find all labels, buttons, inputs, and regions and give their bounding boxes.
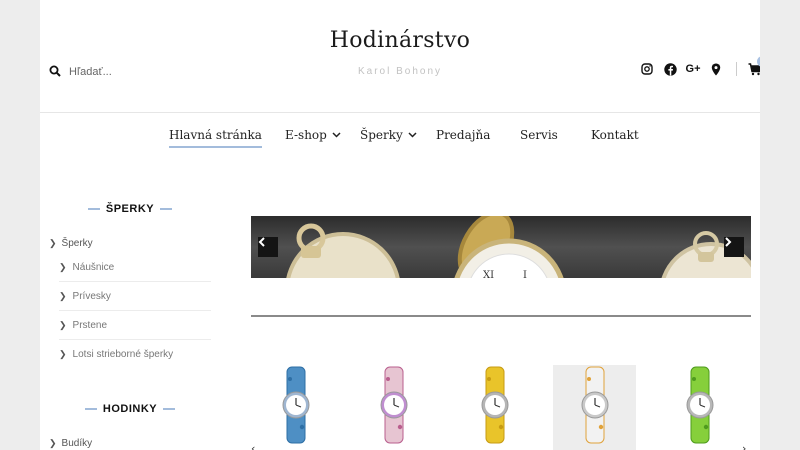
cart-button[interactable]: 0	[748, 56, 760, 76]
sidebar-item-lotsi[interactable]: ❯ Lotsi strieborné šperky	[59, 340, 211, 369]
hero-slider[interactable]: XI I	[251, 216, 751, 278]
main-nav: Hlavná stránka E-shop Šperky Predajňa Se…	[40, 128, 760, 148]
sidebar-heading-sperky: ŠPERKY	[40, 203, 220, 215]
nav-item-label: Servis	[520, 128, 558, 142]
site-title[interactable]: Hodinárstvo	[40, 28, 760, 53]
heading-dash	[87, 208, 100, 210]
header-icons: G+ 0	[640, 56, 760, 76]
header-divider	[40, 112, 760, 113]
nav-item-eshop[interactable]: E-shop	[285, 128, 341, 142]
chevron-right-icon	[725, 237, 732, 247]
watch-image	[581, 366, 608, 444]
chevron-right-icon: ❯	[49, 238, 57, 248]
slider-next-button[interactable]	[724, 237, 744, 257]
watch-image	[282, 366, 309, 444]
nav-item-sperky[interactable]: Šperky	[360, 128, 417, 142]
slider-prev-button[interactable]	[258, 237, 278, 257]
nav-item-label: Hlavná stránka	[169, 128, 262, 142]
sidebar-heading-label: ŠPERKY	[105, 203, 155, 215]
sidebar-item-label: Lotsi strieborné šperky	[72, 349, 174, 360]
map-pin-icon[interactable]	[709, 62, 723, 76]
watch-image	[380, 366, 407, 444]
product-card[interactable]	[254, 365, 337, 450]
sidebar-item-label: Prívesky	[72, 290, 111, 302]
sidebar-item-label: Náušnice	[72, 261, 115, 273]
facebook-icon[interactable]	[663, 62, 677, 76]
sidebar-heading-label: HODINKY	[102, 403, 158, 415]
google-plus-icon[interactable]: G+	[686, 62, 701, 76]
svg-text:XI: XI	[483, 270, 494, 278]
content-divider	[251, 315, 751, 317]
sidebar-heading-hodinky: HODINKY	[40, 403, 220, 415]
sidebar-item-label: Prstene	[72, 319, 108, 331]
nav-item-label: Predajňa	[436, 128, 491, 142]
heading-dash	[163, 408, 176, 410]
nav-item-predajna[interactable]: Predajňa	[436, 128, 490, 142]
nav-item-label: Kontakt	[591, 128, 639, 142]
watch-image	[481, 366, 508, 444]
chevron-right-icon: ❯	[49, 438, 57, 448]
pocket-watch-image: XI I	[286, 216, 751, 278]
product-card[interactable]	[553, 365, 636, 450]
sidebar-category-sperky[interactable]: ❯ Šperky	[49, 238, 93, 249]
nav-item-label: E-shop	[285, 128, 327, 142]
heading-dash	[160, 208, 173, 210]
carousel-next-icon[interactable]: ›	[742, 442, 746, 450]
chevron-down-icon	[332, 132, 341, 138]
chevron-down-icon	[408, 132, 417, 138]
header-separator	[736, 62, 737, 76]
nav-item-servis[interactable]: Servis	[520, 128, 558, 142]
chevron-right-icon: ❯	[59, 290, 67, 301]
page: Hodinárstvo Karol Bohony G+ 0 Hlavná str…	[40, 0, 760, 450]
watch-image	[686, 366, 713, 444]
product-card[interactable]	[453, 365, 536, 450]
sidebar-item-nausnice[interactable]: ❯ Náušnice	[59, 253, 211, 282]
sidebar-item-privesky[interactable]: ❯ Prívesky	[59, 282, 211, 311]
sidebar-category-budiky[interactable]: ❯ Budíky	[49, 438, 92, 449]
nav-item-label: Šperky	[360, 128, 403, 142]
svg-text:I: I	[523, 270, 527, 278]
chevron-left-icon	[258, 237, 265, 247]
product-card[interactable]	[352, 365, 435, 450]
chevron-right-icon: ❯	[59, 261, 67, 272]
carousel-prev-icon[interactable]: ‹	[251, 442, 255, 450]
sidebar-category-label: Budíky	[61, 438, 93, 449]
sidebar-category-label: Šperky	[61, 238, 93, 249]
instagram-icon[interactable]	[640, 62, 654, 76]
chevron-right-icon: ❯	[59, 319, 67, 330]
nav-item-home[interactable]: Hlavná stránka	[169, 128, 262, 148]
nav-item-kontakt[interactable]: Kontakt	[591, 128, 639, 142]
heading-dash	[84, 408, 97, 410]
sidebar-item-prstene[interactable]: ❯ Prstene	[59, 311, 211, 340]
chevron-right-icon: ❯	[59, 349, 67, 359]
product-card[interactable]	[658, 365, 741, 450]
